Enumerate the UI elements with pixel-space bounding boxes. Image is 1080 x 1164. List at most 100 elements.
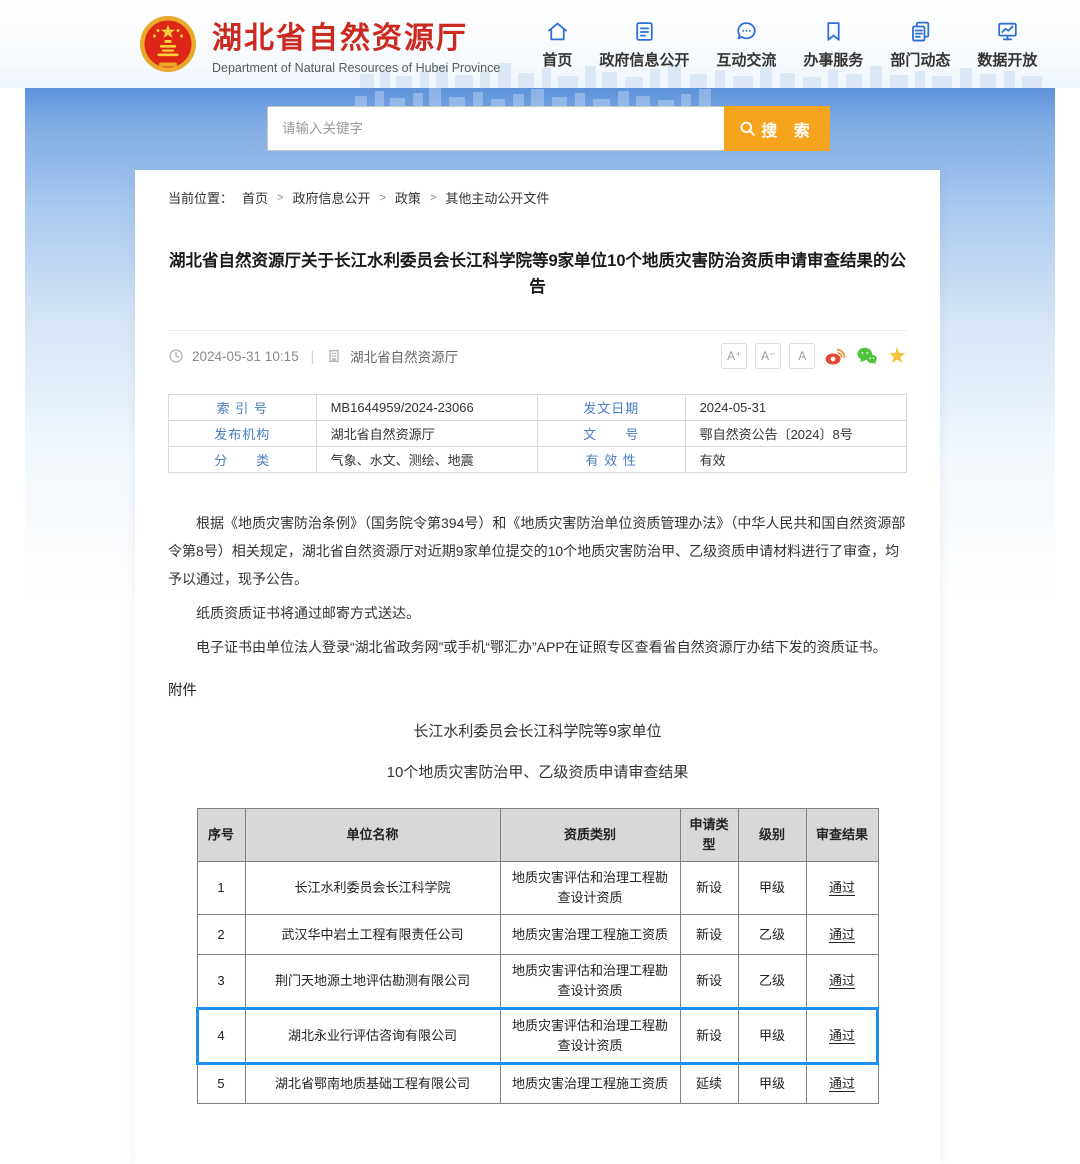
- font-increase-button[interactable]: A⁺: [721, 343, 747, 369]
- attachment-title-line1: 长江水利委员会长江科学院等9家单位: [168, 720, 907, 741]
- font-reset-button[interactable]: A: [789, 343, 815, 369]
- article-title: 湖北省自然资源厅关于长江水利委员会长江科学院等9家单位10个地质灾害防治资质申请…: [168, 249, 907, 300]
- site-logo[interactable]: 湖北省自然资源厅 Department of Natural Resources…: [138, 13, 500, 75]
- cell-result: 通过: [806, 955, 878, 1008]
- cell-result: 通过: [806, 915, 878, 955]
- nav-label: 政府信息公开: [599, 49, 689, 70]
- result-link[interactable]: 通过: [829, 1076, 855, 1091]
- search-button-label: 搜 索: [761, 117, 815, 141]
- paragraph: 根据《地质灾害防治条例》（国务院令第394号）和《地质灾害防治单位资质管理办法》…: [168, 509, 907, 593]
- table-header-row: 序号 单位名称 资质类别 申请类型 级别 审查结果: [197, 809, 878, 862]
- content-card: 当前位置： 首页 > 政府信息公开 > 政策 > 其他主动公开文件 湖北省自然资…: [135, 170, 940, 1164]
- breadcrumb-item-other-docs[interactable]: 其他主动公开文件: [445, 188, 549, 207]
- cell-result: 通过: [806, 862, 878, 915]
- source-name: 湖北省自然资源厅: [350, 346, 458, 366]
- site-title: 湖北省自然资源厅: [212, 13, 500, 57]
- cell-unit-name: 湖北省鄂南地质基础工程有限公司: [245, 1064, 500, 1104]
- cell-index: 1: [197, 862, 245, 915]
- review-result-table: 序号 单位名称 资质类别 申请类型 级别 审查结果 1 长江水利委员会长江科学院…: [197, 808, 879, 1104]
- breadcrumb-prefix: 当前位置：: [168, 188, 233, 207]
- publish-date: 2024-05-31 10:15: [192, 349, 299, 364]
- cell-qualification: 地质灾害治理工程施工资质: [500, 915, 680, 955]
- table-row: 3 荆门天地源土地评估勘测有限公司 地质灾害评估和治理工程勘查设计资质 新设 乙…: [197, 955, 878, 1008]
- meta-label-issue-date: 发文日期: [537, 395, 685, 421]
- nav-item-gov-info[interactable]: 政府信息公开: [599, 19, 689, 70]
- col-header-level: 级别: [738, 809, 806, 862]
- col-header-unit-name: 单位名称: [245, 809, 500, 862]
- result-link[interactable]: 通过: [829, 1028, 855, 1043]
- cell-unit-name: 武汉华中岩土工程有限责任公司: [245, 915, 500, 955]
- national-emblem-icon: [138, 14, 198, 74]
- gov-info-icon: [632, 19, 657, 44]
- meta-value-index: MB1644959/2024-23066: [316, 395, 537, 421]
- cell-qualification: 地质灾害治理工程施工资质: [500, 1064, 680, 1104]
- nav-item-services[interactable]: 办事服务: [803, 19, 863, 70]
- search-button[interactable]: 搜 索: [724, 106, 830, 151]
- nav-label: 首页: [542, 49, 572, 70]
- meta-value-validity: 有效: [685, 447, 906, 473]
- result-link[interactable]: 通过: [829, 973, 855, 988]
- breadcrumb-item-gov-info[interactable]: 政府信息公开: [292, 188, 370, 207]
- cell-index: 4: [197, 1008, 245, 1064]
- nav-label: 数据开放: [977, 49, 1037, 70]
- cell-apply-type: 延续: [680, 1064, 738, 1104]
- meta-row: 发布机构 湖北省自然资源厅 文 号 鄂自然资公告〔2024〕8号: [169, 421, 907, 447]
- col-header-apply-type: 申请类型: [680, 809, 738, 862]
- favorite-star-icon[interactable]: ★: [887, 345, 907, 367]
- cell-result: 通过: [806, 1008, 878, 1064]
- table-row-highlighted: 4 湖北永业行评估咨询有限公司 地质灾害评估和治理工程勘查设计资质 新设 甲级 …: [197, 1008, 878, 1064]
- breadcrumb: 当前位置： 首页 > 政府信息公开 > 政策 > 其他主动公开文件: [168, 188, 907, 207]
- nav-item-interaction[interactable]: 互动交流: [716, 19, 776, 70]
- attachment-title-line2: 10个地质灾害防治甲、乙级资质申请审查结果: [168, 761, 907, 782]
- search-icon: [738, 119, 757, 138]
- chat-icon: [734, 19, 759, 44]
- cell-qualification: 地质灾害评估和治理工程勘查设计资质: [500, 862, 680, 915]
- cell-level: 甲级: [738, 862, 806, 915]
- breadcrumb-separator: >: [277, 192, 283, 204]
- font-decrease-button[interactable]: A⁻: [755, 343, 781, 369]
- data-monitor-icon: [995, 19, 1020, 44]
- weibo-share-icon[interactable]: [823, 344, 847, 368]
- wechat-share-icon[interactable]: [855, 344, 879, 368]
- site-header: 湖北省自然资源厅 Department of Natural Resources…: [0, 0, 1080, 88]
- nav-item-department-news[interactable]: 部门动态: [890, 19, 950, 70]
- cell-index: 3: [197, 955, 245, 1008]
- table-row: 5 湖北省鄂南地质基础工程有限公司 地质灾害治理工程施工资质 延续 甲级 通过: [197, 1064, 878, 1104]
- result-link[interactable]: 通过: [829, 880, 855, 895]
- nav-item-home[interactable]: 首页: [542, 19, 572, 70]
- result-link[interactable]: 通过: [829, 927, 855, 942]
- breadcrumb-item-home[interactable]: 首页: [242, 188, 268, 207]
- meta-value-issue-date: 2024-05-31: [685, 395, 906, 421]
- nav-item-open-data[interactable]: 数据开放: [977, 19, 1037, 70]
- clock-icon: [168, 348, 184, 364]
- cell-level: 乙级: [738, 915, 806, 955]
- col-header-index: 序号: [197, 809, 245, 862]
- cell-level: 甲级: [738, 1008, 806, 1064]
- col-header-qualification: 资质类别: [500, 809, 680, 862]
- meta-label-category: 分 类: [169, 447, 317, 473]
- cell-index: 2: [197, 915, 245, 955]
- bookmark-icon: [821, 19, 846, 44]
- meta-row: 分 类 气象、水文、测绘、地震 有 效 性 有效: [169, 447, 907, 473]
- cell-result: 通过: [806, 1064, 878, 1104]
- attachment-label: 附件: [168, 679, 907, 700]
- nav-label: 互动交流: [716, 49, 776, 70]
- search-bar: 搜 索: [267, 106, 830, 151]
- cell-index: 5: [197, 1064, 245, 1104]
- paragraph: 电子证书由单位法人登录“湖北省政务网”或手机“鄂汇办”APP在证照专区查看省自然…: [168, 633, 907, 661]
- home-icon: [545, 19, 570, 44]
- article-meta-row: 2024-05-31 10:15 | 湖北省自然资源厅 A⁺ A⁻ A: [168, 331, 907, 381]
- main-nav: 首页 政府信息公开 互动交流 办事服务 部门动态: [542, 19, 1037, 70]
- breadcrumb-separator: >: [430, 192, 436, 204]
- cell-qualification: 地质灾害评估和治理工程勘查设计资质: [500, 1008, 680, 1064]
- search-input[interactable]: [267, 106, 724, 151]
- meta-label-index: 索 引 号: [169, 395, 317, 421]
- meta-row: 索 引 号 MB1644959/2024-23066 发文日期 2024-05-…: [169, 395, 907, 421]
- date-source-group: 2024-05-31 10:15 | 湖北省自然资源厅: [168, 346, 458, 366]
- meta-label-doc-number: 文 号: [537, 421, 685, 447]
- nav-label: 办事服务: [803, 49, 863, 70]
- breadcrumb-item-policy[interactable]: 政策: [395, 188, 421, 207]
- cell-apply-type: 新设: [680, 862, 738, 915]
- cell-apply-type: 新设: [680, 915, 738, 955]
- documents-icon: [908, 19, 933, 44]
